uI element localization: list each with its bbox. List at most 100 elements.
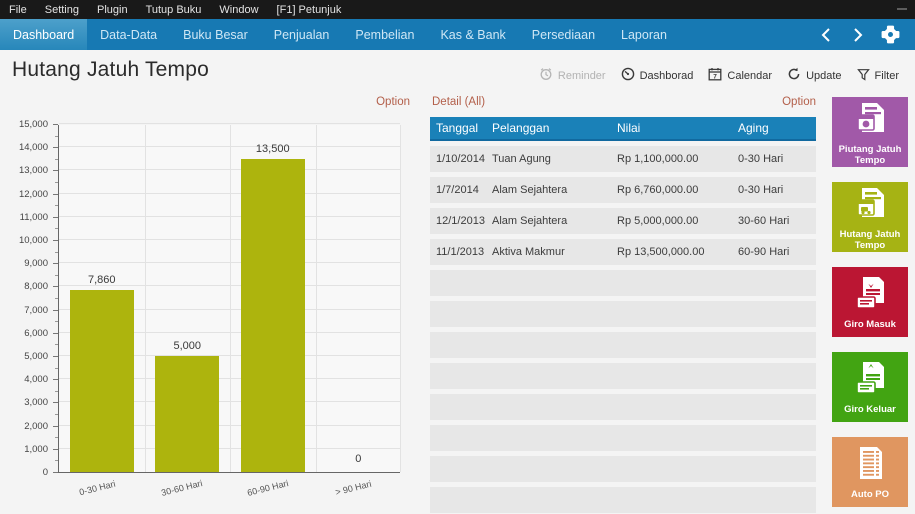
y-axis-tick-label: 10,000	[19, 235, 48, 246]
menu-item-tutup-buku[interactable]: Tutup Buku	[137, 0, 211, 19]
chart-gridline	[230, 125, 231, 472]
shortcut-button-label: Giro Masuk	[842, 320, 898, 331]
chevron-left-icon[interactable]	[815, 24, 837, 46]
giro-keluar-icon	[850, 358, 890, 403]
y-axis-tick-label: 12,000	[19, 189, 48, 200]
x-axis-category-label: 30-60 Hari	[160, 478, 203, 498]
toolbar-button-label: Update	[806, 70, 841, 82]
filter-button[interactable]: Filter	[857, 67, 899, 84]
chart-y-axis: 01,0002,0003,0004,0005,0006,0007,0008,00…	[0, 125, 58, 473]
shortcut-button-label: Hutang Jatuh Tempo	[832, 230, 908, 252]
nav-tabs: DashboardData-DataBuku BesarPenjualanPem…	[0, 19, 680, 50]
app-window: FileSettingPluginTutup BukuWindow[F1] Pe…	[0, 0, 915, 514]
bar-value-label: 7,860	[88, 274, 116, 286]
table-cell: Rp 1,100,000.00	[611, 146, 732, 172]
y-axis-tick-label: 15,000	[19, 119, 48, 130]
shortcut-button-label: Piutang Jatuh Tempo	[832, 145, 908, 167]
column-header-nilai: Nilai	[611, 117, 732, 139]
calendar-button[interactable]: 7Calendar	[708, 67, 772, 84]
reminder-icon	[539, 67, 553, 84]
table-option-link[interactable]: Option	[782, 96, 816, 108]
dashboard-icon	[621, 67, 635, 84]
bar-value-label: 5,000	[173, 340, 201, 352]
navbar: DashboardData-DataBuku BesarPenjualanPem…	[0, 19, 915, 50]
detail-all-link[interactable]: Detail (All)	[432, 96, 485, 108]
detail-table-panel: Detail (All) Option TanggalPelangganNila…	[428, 90, 822, 514]
shortcut-sidebar: Piutang Jatuh Tempo Hutang Jatuh Tempo Gir…	[822, 90, 915, 514]
table-cell: Tuan Agung	[486, 146, 611, 172]
chart-option-link[interactable]: Option	[376, 96, 410, 108]
table-row[interactable]: 1/7/2014Alam SejahteraRp 6,760,000.000-3…	[430, 177, 816, 203]
giro-masuk-button[interactable]: Giro Masuk	[832, 267, 908, 337]
auto-po-button[interactable]: Auto PO	[832, 437, 908, 507]
gear-icon[interactable]	[879, 24, 901, 46]
table-row[interactable]: 1/10/2014Tuan AgungRp 1,100,000.000-30 H…	[430, 146, 816, 172]
tab-pembelian[interactable]: Pembelian	[342, 19, 427, 50]
table-cell: Rp 5,000,000.00	[611, 208, 732, 234]
chevron-right-icon[interactable]	[847, 24, 869, 46]
table-cell: Rp 13,500,000.00	[611, 239, 732, 265]
table-row-empty	[430, 456, 816, 482]
dashborad-button[interactable]: Dashborad	[621, 67, 694, 84]
shortcut-button-label: Giro Keluar	[842, 405, 898, 416]
menu-item-file[interactable]: File	[0, 0, 36, 19]
tab-penjualan[interactable]: Penjualan	[261, 19, 343, 50]
shortcut-button-label: Auto PO	[849, 490, 891, 501]
filter-icon	[857, 68, 870, 84]
menubar: FileSettingPluginTutup BukuWindow[F1] Pe…	[0, 0, 915, 19]
minimize-button[interactable]	[897, 8, 907, 10]
hutang-jatuh-tempo-icon	[850, 183, 890, 228]
piutang-jatuh-tempo-button[interactable]: Piutang Jatuh Tempo	[832, 97, 908, 167]
y-axis-tick-label: 2,000	[24, 421, 48, 432]
y-axis-tick-label: 5,000	[24, 351, 48, 362]
tab-buku-besar[interactable]: Buku Besar	[170, 19, 261, 50]
table-row[interactable]: 12/1/2013Alam SejahteraRp 5,000,000.0030…	[430, 208, 816, 234]
table-row-empty	[430, 332, 816, 358]
bar-value-label: 0	[355, 453, 361, 465]
table-cell: 0-30 Hari	[732, 146, 816, 172]
x-axis-category-label: 0-30 Hari	[78, 479, 116, 498]
tab-data-data[interactable]: Data-Data	[87, 19, 170, 50]
table-row-empty	[430, 301, 816, 327]
update-button[interactable]: Update	[787, 67, 841, 84]
table-cell: Alam Sejahtera	[486, 208, 611, 234]
tab-kas-bank[interactable]: Kas & Bank	[427, 19, 518, 50]
auto-po-icon	[850, 443, 890, 488]
table-cell: 11/1/2013	[430, 239, 486, 265]
table-row[interactable]: 11/1/2013Aktiva MakmurRp 13,500,000.0060…	[430, 239, 816, 265]
menu-item-window[interactable]: Window	[210, 0, 267, 19]
svg-text:7: 7	[714, 73, 718, 80]
chart-x-axis-labels: 0-30 Hari 30-60 Hari 60-90 Hari > 90 Hari	[58, 477, 400, 503]
tab-laporan[interactable]: Laporan	[608, 19, 680, 50]
y-axis-tick-label: 13,000	[19, 165, 48, 176]
tab-persediaan[interactable]: Persediaan	[519, 19, 608, 50]
table-row-empty	[430, 487, 816, 513]
chart-gridline	[59, 123, 400, 124]
nav-right-controls	[815, 19, 915, 50]
x-axis-category-label: > 90 Hari	[335, 479, 373, 498]
table-row-empty	[430, 363, 816, 389]
table-cell: 30-60 Hari	[732, 208, 816, 234]
table-cell: 1/7/2014	[430, 177, 486, 203]
reminder-button[interactable]: Reminder	[539, 67, 606, 84]
bar-60-90-hari	[241, 159, 305, 472]
bar-0-30-hari	[70, 290, 134, 472]
y-axis-tick-label: 9,000	[24, 258, 48, 269]
page-title: Hutang Jatuh Tempo	[12, 58, 209, 82]
menu-item--f1-petunjuk[interactable]: [F1] Petunjuk	[268, 0, 351, 19]
x-axis-category-label: 60-90 Hari	[246, 478, 289, 498]
table-cell: Aktiva Makmur	[486, 239, 611, 265]
table-cell: 1/10/2014	[430, 146, 486, 172]
y-axis-tick-label: 0	[43, 467, 48, 478]
y-axis-tick-label: 3,000	[24, 397, 48, 408]
piutang-jatuh-tempo-icon	[850, 98, 890, 143]
hutang-jatuh-tempo-button[interactable]: Hutang Jatuh Tempo	[832, 182, 908, 252]
menu-item-plugin[interactable]: Plugin	[88, 0, 137, 19]
tab-dashboard[interactable]: Dashboard	[0, 19, 87, 50]
menu-item-setting[interactable]: Setting	[36, 0, 88, 19]
table-header-row: TanggalPelangganNilaiAging	[430, 117, 816, 141]
y-axis-tick-label: 14,000	[19, 142, 48, 153]
y-axis-tick-label: 7,000	[24, 305, 48, 316]
giro-keluar-button[interactable]: Giro Keluar	[832, 352, 908, 422]
table-panel-links: Detail (All) Option	[432, 96, 816, 108]
